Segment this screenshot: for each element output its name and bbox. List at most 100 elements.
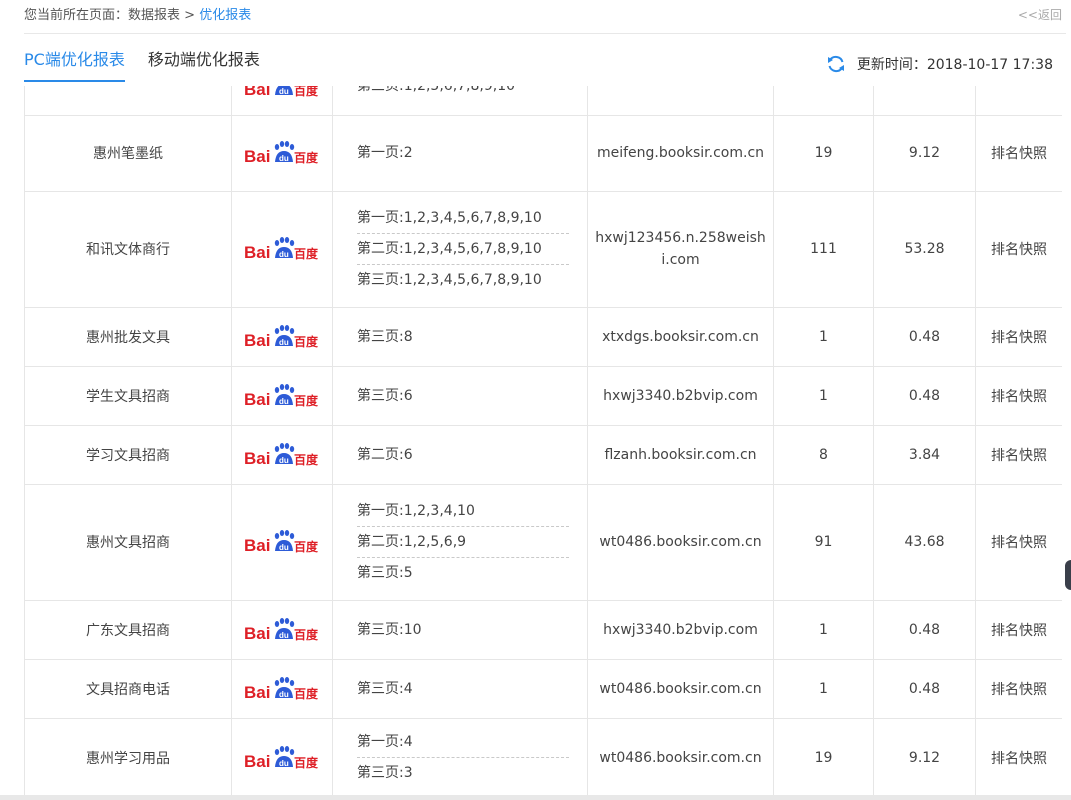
ranking-snapshot-link[interactable]: 排名快照 [975, 424, 1062, 485]
ranking-snapshot-link[interactable]: 排名快照 [975, 599, 1062, 660]
baidu-logo: Bai du 百度 [244, 442, 319, 468]
count-cell [773, 86, 874, 116]
svg-text:百度: 百度 [294, 393, 319, 408]
svg-text:Bai: Bai [244, 390, 270, 409]
site-cell: hxwj123456.n.258weishi.com [587, 190, 774, 308]
cost-cell: 0.48 [873, 365, 976, 426]
svg-text:Bai: Bai [244, 449, 270, 468]
svg-text:Bai: Bai [244, 331, 270, 350]
count-cell: 91 [773, 483, 874, 601]
svg-text:du: du [279, 543, 289, 552]
baidu-logo: Bai du 百度 [244, 530, 319, 555]
report-table-container[interactable]: Baidu百度第三页:1,2,5,6,7,8,9,10惠州笔墨纸Baidu百度第… [24, 86, 1062, 795]
ranking-cell: 第三页:4 [332, 658, 588, 719]
search-engine-cell: Bai du 百度 [231, 190, 333, 308]
site-cell: hxwj3340.b2bvip.com [587, 599, 774, 660]
svg-text:Bai: Bai [244, 536, 270, 555]
ranking-cell: 第一页:4 第三页:3 [332, 717, 588, 795]
site-cell: meifeng.booksir.com.cn [587, 114, 774, 192]
site-url: wt0486.booksir.com.cn [599, 534, 762, 550]
ranking-snapshot-link[interactable]: 排名快照 [975, 306, 1062, 367]
tab-pc-report[interactable]: PC端优化报表 [24, 48, 125, 82]
keyword-cell: 惠州文具招商 [24, 483, 232, 601]
svg-text:百度: 百度 [294, 627, 319, 642]
svg-text:Bai: Bai [244, 683, 270, 702]
site-url: hxwj3340.b2bvip.com [603, 387, 758, 404]
search-engine-cell: Bai du 百度 [231, 306, 333, 367]
svg-text:百度: 百度 [294, 246, 319, 261]
ranking-snapshot-link[interactable]: 排名快照 [975, 114, 1062, 192]
cost-cell: 9.12 [873, 717, 976, 795]
search-engine-cell: Bai du 百度 [231, 365, 333, 426]
search-engine-cell: Bai du 百度 [231, 717, 333, 795]
site-cell: hxwj3340.b2bvip.com [587, 365, 774, 426]
svg-text:Bai: Bai [244, 147, 270, 166]
refresh-icon[interactable] [826, 54, 846, 74]
ranking-snapshot-link[interactable]: 排名快照 [975, 483, 1062, 601]
svg-text:du: du [279, 250, 289, 259]
breadcrumb-current: 优化报表 [199, 8, 252, 23]
update-label: 更新时间： [856, 57, 927, 73]
table-row: 和讯文体商行 Bai du 百度 第一页:1,2,3,4,5,6,7,8,9,10 第二页… [24, 190, 1062, 308]
svg-text:百度: 百度 [294, 150, 319, 165]
horizontal-scrollbar[interactable] [0, 795, 1071, 800]
table-row: 惠州学习用品 Bai du 百度 第一页:4 第三页:3 wt0486.booksir.co… [24, 717, 1062, 795]
baidu-logo: Bai du 百度 [244, 676, 319, 702]
side-float-handle[interactable] [1065, 560, 1071, 590]
rank-page-entry: 第一页:4 [357, 734, 413, 750]
cost-cell: 9.12 [873, 114, 976, 192]
ranking-snapshot-link[interactable]: 排名快照 [975, 190, 1062, 308]
keyword-cell: 惠州批发文具 [24, 306, 232, 367]
cost-cell [873, 86, 976, 116]
search-engine-cell: Bai du 百度 [231, 599, 333, 660]
count-cell: 1 [773, 658, 874, 719]
cost-cell: 3.84 [873, 424, 976, 485]
table-row: 学习文具招商 Bai du 百度 第二页:6 flzanh.booksir.com.cn 8… [24, 424, 1062, 485]
keyword-cell: 学生文具招商 [24, 365, 232, 426]
rank-page-entry: 第一页:1,2,3,4,5,6,7,8,9,10 [357, 210, 542, 226]
tab-mobile-report[interactable]: 移动端优化报表 [148, 48, 260, 80]
ranking-cell: 第一页:2 [332, 114, 588, 192]
site-cell: xtxdgs.booksir.com.cn [587, 306, 774, 367]
rank-page-entry: 第三页:3 [357, 757, 569, 788]
ranking-snapshot-link[interactable]: 排名快照 [975, 365, 1062, 426]
cost-cell: 53.28 [873, 190, 976, 308]
svg-text:du: du [279, 456, 289, 465]
site-cell: wt0486.booksir.com.cn [587, 483, 774, 601]
rank-page-entry: 第三页:1,2,3,4,5,6,7,8,9,10 [357, 264, 569, 295]
site-url: flzanh.booksir.com.cn [604, 446, 757, 463]
svg-text:Bai: Bai [244, 243, 270, 262]
cost-cell: 0.48 [873, 306, 976, 367]
svg-text:du: du [279, 759, 289, 768]
back-link[interactable]: <<返回 [1018, 0, 1062, 31]
cost-cell: 43.68 [873, 483, 976, 601]
search-engine-cell: Bai du 百度 [231, 483, 333, 601]
table-row: 文具招商电话 Bai du 百度 第三页:4 wt0486.booksir.com.cn 1… [24, 658, 1062, 719]
ranking-snapshot-link[interactable]: 排名快照 [975, 717, 1062, 795]
rank-page-entry: 第三页:6 [357, 387, 413, 404]
svg-text:百度: 百度 [294, 686, 319, 701]
rank-page-entry: 第三页:4 [357, 680, 413, 697]
ranking-snapshot-link[interactable]: 排名快照 [975, 658, 1062, 719]
keyword-cell: 文具招商电话 [24, 658, 232, 719]
search-engine-cell: Bai du 百度 [231, 424, 333, 485]
count-cell: 19 [773, 114, 874, 192]
site-cell [587, 86, 774, 116]
baidu-logo: Bai du 百度 [244, 383, 319, 409]
report-tabs: PC端优化报表 移动端优化报表 [24, 48, 283, 82]
ranking-cell: 第三页:8 [332, 306, 588, 367]
rank-page-entry: 第三页:10 [357, 621, 422, 638]
svg-text:Bai: Bai [244, 86, 270, 99]
breadcrumb-parent[interactable]: 数据报表 [128, 8, 180, 23]
ranking-snapshot-link[interactable] [975, 86, 1062, 116]
rank-page-entry: 第一页:2 [357, 145, 413, 161]
rank-page-entry: 第三页:5 [357, 557, 569, 588]
count-cell: 1 [773, 599, 874, 660]
table-row: 广东文具招商 Bai du 百度 第三页:10 hxwj3340.b2bvip.com 1 0… [24, 599, 1062, 660]
svg-text:Bai: Bai [244, 624, 270, 643]
count-cell: 19 [773, 717, 874, 795]
rank-page-entry: 第二页:1,2,3,4,5,6,7,8,9,10 [357, 233, 569, 264]
svg-text:百度: 百度 [294, 539, 319, 554]
table-row: Baidu 百度 第三页:1,2,5,6,7,8,9,10 [24, 86, 1062, 116]
site-cell: flzanh.booksir.com.cn [587, 424, 774, 485]
